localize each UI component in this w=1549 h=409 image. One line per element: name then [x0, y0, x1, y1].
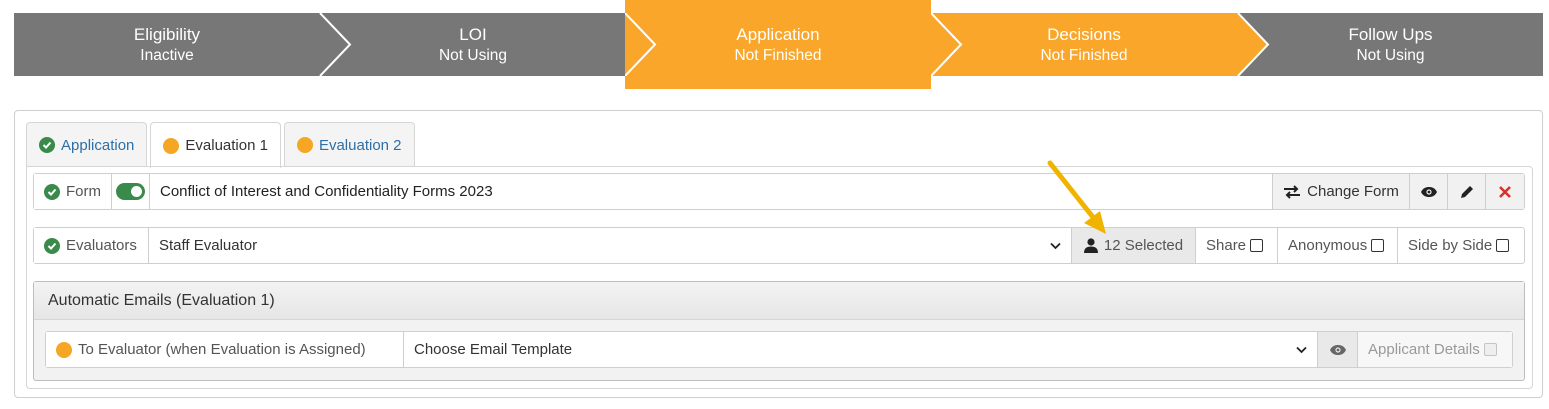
tab-label: Evaluation 1	[185, 137, 268, 154]
close-icon	[1499, 185, 1511, 198]
share-checkbox[interactable]	[1250, 239, 1264, 252]
preview-form-button[interactable]	[1410, 174, 1448, 209]
tab-evaluation-1[interactable]: Evaluation 1	[150, 122, 281, 168]
step-follow-ups[interactable]: Follow Ups Not Using	[1238, 13, 1543, 76]
evaluators-label: Evaluators	[34, 228, 149, 263]
tab-label: Evaluation 2	[318, 136, 402, 154]
step-status: Not Using	[438, 46, 508, 64]
tab-application[interactable]: Application	[26, 122, 148, 167]
step-decisions[interactable]: Decisions Not Finished	[931, 13, 1237, 76]
automatic-emails-heading: Automatic Emails (Evaluation 1)	[34, 282, 1524, 320]
step-application[interactable]: Application Not Finished	[625, 1, 931, 89]
form-label: Form	[34, 174, 112, 209]
applicant-details-label: Applicant Details	[1368, 341, 1480, 358]
form-row: Form Conflict of Interest and Confidenti…	[33, 173, 1525, 210]
user-icon	[1083, 238, 1098, 253]
share-option[interactable]: Share	[1196, 228, 1278, 263]
orange-dot-icon	[296, 137, 313, 153]
step-status: Not Finished	[1040, 46, 1128, 64]
evaluator-type-select[interactable]: Staff Evaluator	[149, 228, 1072, 263]
chevron-down-icon	[1050, 242, 1061, 249]
tab-evaluation-2[interactable]: Evaluation 2	[283, 122, 415, 167]
preview-email-button[interactable]	[1318, 332, 1358, 367]
anonymous-label: Anonymous	[1288, 237, 1368, 254]
anonymous-checkbox[interactable]	[1371, 239, 1385, 252]
evaluators-row: Evaluators Staff Evaluator 12 Selected S…	[33, 227, 1525, 264]
step-title: Follow Ups	[1348, 24, 1433, 44]
evaluation-tabs: Application Evaluation 1 Evaluation 2	[26, 122, 415, 168]
pencil-icon	[1460, 185, 1473, 198]
side-by-side-label: Side by Side	[1408, 237, 1493, 254]
step-title: Decisions	[1047, 24, 1121, 44]
tab-label: Application	[61, 136, 135, 154]
change-form-label: Change Form	[1307, 183, 1399, 200]
change-form-button[interactable]: Change Form	[1273, 174, 1410, 209]
orange-dot-icon	[163, 137, 180, 154]
email-trigger-label: To Evaluator (when Evaluation is Assigne…	[46, 332, 404, 367]
check-circle-icon	[44, 237, 60, 254]
eye-icon	[1329, 344, 1346, 355]
edit-form-button[interactable]	[1448, 174, 1486, 209]
form-enabled-toggle[interactable]	[116, 183, 145, 200]
step-status: Not Finished	[734, 47, 822, 64]
chevron-down-icon	[1296, 346, 1307, 353]
step-loi[interactable]: LOI Not Using	[320, 13, 626, 76]
side-by-side-checkbox[interactable]	[1496, 239, 1510, 252]
orange-dot-icon	[56, 341, 72, 358]
annotation-arrow-icon	[1047, 160, 1106, 234]
email-trigger-row: To Evaluator (when Evaluation is Assigne…	[45, 331, 1513, 368]
anonymous-option[interactable]: Anonymous	[1278, 228, 1398, 263]
check-circle-icon	[44, 183, 60, 200]
share-label: Share	[1206, 237, 1247, 254]
step-title: LOI	[459, 24, 487, 44]
step-status: Not Using	[1356, 46, 1425, 64]
check-circle-icon	[39, 137, 55, 153]
side-by-side-option[interactable]: Side by Side	[1398, 228, 1524, 263]
swap-arrows-icon	[1284, 184, 1301, 199]
email-template-value: Choose Email Template	[414, 341, 573, 358]
applicant-details-checkbox[interactable]	[1483, 343, 1497, 356]
form-toggle-cell	[112, 174, 150, 209]
remove-form-button[interactable]	[1486, 174, 1524, 209]
evaluators-label-text: Evaluators	[66, 237, 137, 254]
step-status: Inactive	[140, 46, 194, 64]
step-title: Application	[736, 25, 820, 44]
email-trigger-text: To Evaluator (when Evaluation is Assigne…	[78, 341, 366, 358]
workflow-progress-bar: Eligibility Inactive LOI Not Using Appli…	[14, 0, 1543, 89]
applicant-details-option[interactable]: Applicant Details	[1358, 332, 1512, 367]
step-eligibility[interactable]: Eligibility Inactive	[14, 13, 320, 76]
step-title: Eligibility	[133, 24, 201, 44]
form-label-text: Form	[66, 183, 101, 200]
eye-icon	[1420, 186, 1437, 197]
email-template-select[interactable]: Choose Email Template	[404, 332, 1318, 367]
evaluator-type-value: Staff Evaluator	[159, 237, 258, 254]
